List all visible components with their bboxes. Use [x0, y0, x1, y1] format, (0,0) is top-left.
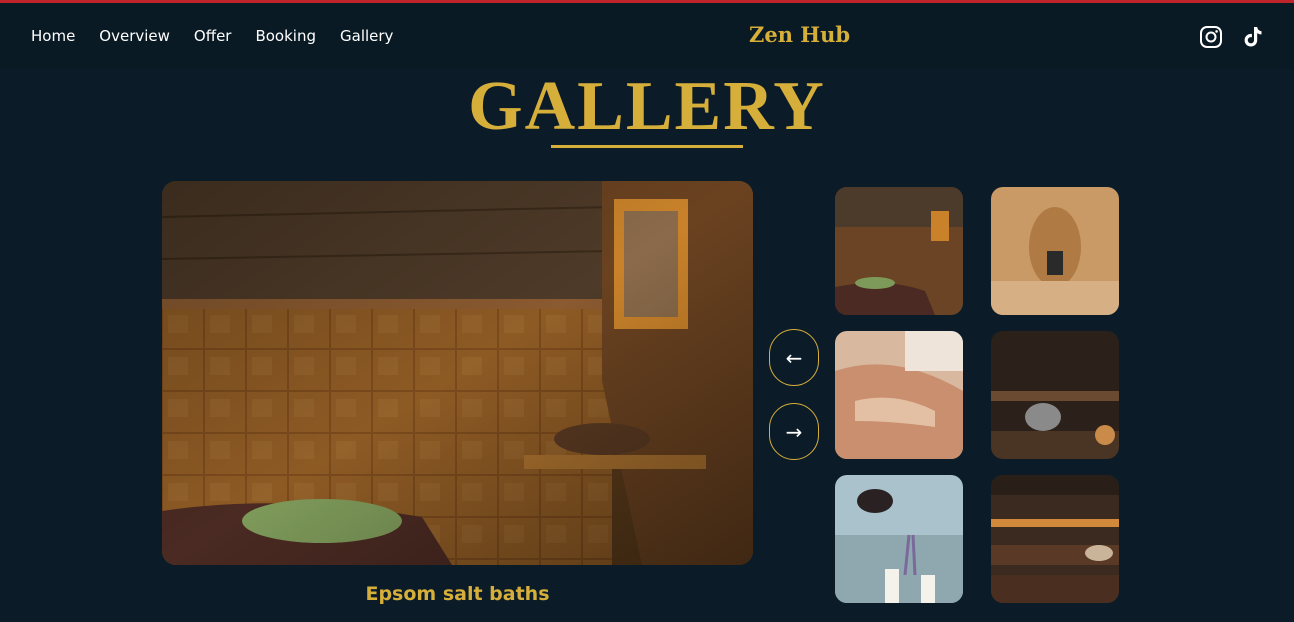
nav-offer-link[interactable]: Offer [194, 27, 232, 45]
gallery-title: GALLERY [468, 68, 826, 145]
thumbnail-2[interactable] [991, 187, 1119, 315]
main-gallery-image [162, 181, 753, 565]
instagram-link[interactable] [1199, 25, 1223, 49]
instagram-icon [1200, 26, 1222, 48]
thumbnail-3[interactable] [835, 331, 963, 459]
top-navigation-bar: Home Overview Offer Booking Gallery Zen … [0, 3, 1294, 69]
nav-gallery-link[interactable]: Gallery [340, 27, 393, 45]
next-image-button[interactable]: → [769, 403, 819, 460]
brand-logo-text[interactable]: Zen Hub [749, 22, 850, 47]
thumbnail-6[interactable] [991, 475, 1119, 603]
main-nav: Home Overview Offer Booking Gallery [31, 27, 393, 45]
tiktok-link[interactable] [1241, 25, 1265, 49]
social-links [1199, 25, 1265, 49]
tiktok-icon [1244, 27, 1262, 47]
title-underline [551, 145, 743, 148]
previous-image-button[interactable]: ← [769, 329, 819, 386]
nav-overview-link[interactable]: Overview [99, 27, 170, 45]
nav-home-link[interactable]: Home [31, 27, 75, 45]
image-caption: Epsom salt baths [365, 583, 550, 605]
thumbnail-1[interactable] [835, 187, 963, 315]
thumbnail-5[interactable] [835, 475, 963, 603]
nav-booking-link[interactable]: Booking [255, 27, 316, 45]
thumbnail-4[interactable] [991, 331, 1119, 459]
